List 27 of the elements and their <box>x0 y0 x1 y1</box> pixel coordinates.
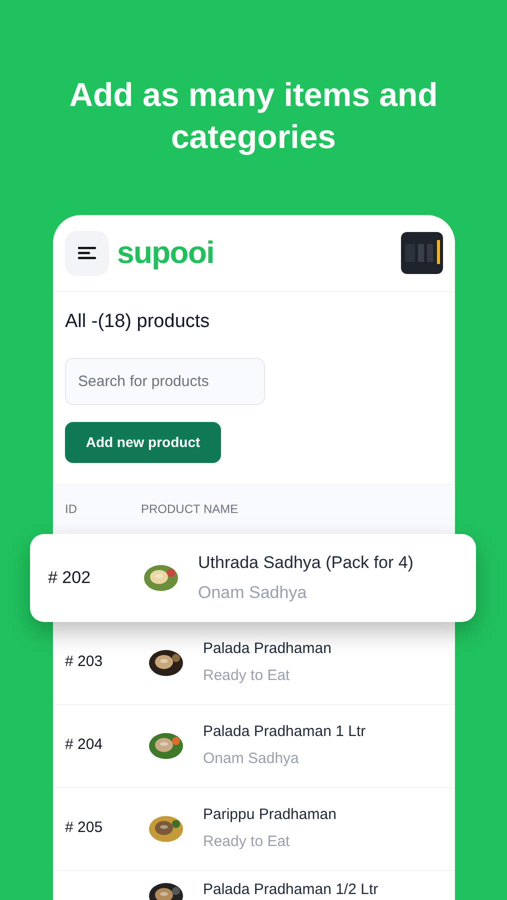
column-header: PRODUCT NAME <box>141 501 238 518</box>
product-name: Palada Pradhaman <box>203 639 332 659</box>
headline: Add as many items and categories <box>68 75 438 157</box>
table-cell-text: # 204 <box>65 735 104 756</box>
table-row[interactable]: Palada Pradhaman 1/2 Ltr <box>53 870 455 900</box>
product-category: Ready to Eat <box>203 832 291 852</box>
table-row[interactable]: # 203 Palada Pradhaman Ready to Eat <box>53 622 455 704</box>
product-name: Palada Pradhaman 1/2 Ltr <box>203 880 378 900</box>
product-category: Ready to Eat <box>203 666 291 686</box>
column-header: ID <box>65 501 78 518</box>
product-category: Onam Sadhya <box>203 748 300 768</box>
menu-button[interactable] <box>65 230 109 276</box>
table-cell-text: # 203 <box>65 652 104 672</box>
search-field[interactable]: Search for products <box>65 358 265 404</box>
logo: supooi <box>117 234 214 272</box>
menu-icon <box>78 246 96 260</box>
product-category: Onam Sadhya <box>198 582 308 604</box>
table-row[interactable]: # 205 Parippu Pradhaman Ready to Eat <box>53 788 455 870</box>
product-name: Parippu Pradhaman <box>203 805 336 825</box>
page-title: All -(18) products <box>65 310 211 334</box>
table-cell-text: # 205 <box>65 818 104 838</box>
product-name: Uthrada Sadhya (Pack for 4) <box>198 552 414 574</box>
table-cell-text: # 202 <box>48 566 92 589</box>
raised-table-row[interactable]: # 202 Uthrada Sadhya (Pack for 4) Onam Sadhya <box>30 534 476 622</box>
table-row[interactable]: # 204 Palada Pradhaman 1 Ltr Onam Sadhya <box>53 704 455 788</box>
product-name: Palada Pradhaman 1 Ltr <box>203 722 366 742</box>
add-product-button[interactable]: Add new product <box>65 422 221 462</box>
